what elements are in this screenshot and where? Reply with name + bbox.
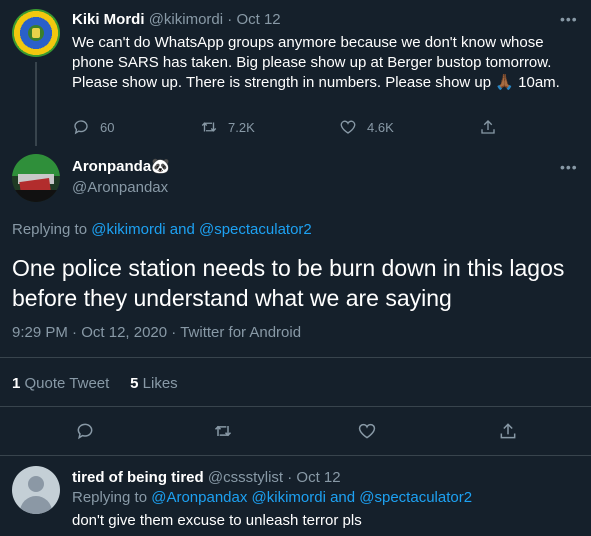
reply-author-handle[interactable]: @cssstylist [208, 469, 283, 486]
divider [0, 406, 591, 407]
retweet-count: 7.2K [228, 119, 255, 135]
share-button[interactable] [479, 118, 497, 136]
retweet-button[interactable]: 7.2K [200, 118, 255, 136]
like-count: 4.6K [367, 119, 394, 135]
more-icon[interactable]: ••• [560, 160, 578, 174]
tweet1-author-handle[interactable]: @kikimordi [149, 11, 223, 28]
avatar-cssstylist[interactable] [12, 466, 60, 514]
tweet1-date[interactable]: Oct 12 [236, 11, 280, 28]
retweet-icon [214, 425, 232, 437]
tweet-source[interactable]: Twitter for Android [180, 324, 301, 341]
share-icon [481, 120, 495, 134]
reply-sep: · [287, 469, 293, 486]
reply-author-name[interactable]: tired of being tired [72, 469, 204, 486]
main-reply-button[interactable] [75, 421, 95, 441]
reply-count: 60 [100, 119, 115, 135]
main-like-button[interactable] [357, 421, 377, 441]
share-icon [500, 423, 516, 439]
main-author-handle[interactable]: @Aronpandax [72, 179, 168, 197]
tweet1-sep: · [227, 11, 233, 28]
retweet-icon [201, 122, 217, 132]
like-icon [340, 120, 356, 134]
replying-to-label: Replying to [72, 489, 148, 506]
main-replying-to: Replying to @kikimordi and @spectaculato… [12, 220, 312, 240]
avatar-kikimordi[interactable] [12, 9, 60, 57]
replying-to-label: Replying to [12, 221, 88, 238]
divider [0, 455, 591, 456]
likes-link[interactable]: 5 Likes [130, 375, 178, 392]
like-icon [358, 423, 376, 439]
reply-replying-to: Replying to @Aronpandax @kikimordi and @… [72, 489, 472, 507]
main-author[interactable]: Aronpanda🐼 [72, 158, 170, 176]
reply-header: tired of being tired @cssstylist · Oct 1… [72, 469, 341, 487]
divider [0, 357, 591, 358]
tweet-date[interactable]: Oct 12, 2020 [81, 324, 167, 341]
reply-button[interactable]: 60 [72, 118, 114, 136]
tweet-meta: 9:29 PM · Oct 12, 2020 · Twitter for And… [12, 324, 302, 341]
reply-date[interactable]: Oct 12 [296, 469, 340, 486]
like-button[interactable]: 4.6K [339, 118, 394, 136]
replying-to-users[interactable]: @Aronpandax @kikimordi and @spectaculato… [151, 489, 472, 506]
avatar-aronpandax[interactable] [12, 154, 60, 202]
tweet1-author-name[interactable]: Kiki Mordi [72, 11, 145, 28]
main-tweet-text: One police station needs to be burn down… [12, 255, 565, 311]
more-icon[interactable]: ••• [560, 12, 578, 26]
thread-line [35, 62, 37, 146]
reply-text: don't give them excuse to unleash terror… [72, 512, 362, 529]
reply-icon [74, 120, 88, 135]
tweet1-header: Kiki Mordi @kikimordi · Oct 12 [72, 11, 281, 29]
panda-emoji: 🐼 [151, 158, 170, 175]
main-share-button[interactable] [498, 421, 518, 441]
quote-tweets-link[interactable]: 1 Quote Tweet [12, 375, 109, 392]
tweet-stats: 1 Quote Tweet 5 Likes [12, 375, 178, 393]
replying-to-users[interactable]: @kikimordi and @spectaculator2 [91, 221, 312, 238]
reply-icon [77, 423, 93, 440]
main-retweet-button[interactable] [213, 421, 233, 441]
main-author-name[interactable]: Aronpanda [72, 158, 151, 175]
tweet1-text: We can't do WhatsApp groups anymore beca… [72, 34, 560, 91]
tweet-time[interactable]: 9:29 PM [12, 324, 68, 341]
